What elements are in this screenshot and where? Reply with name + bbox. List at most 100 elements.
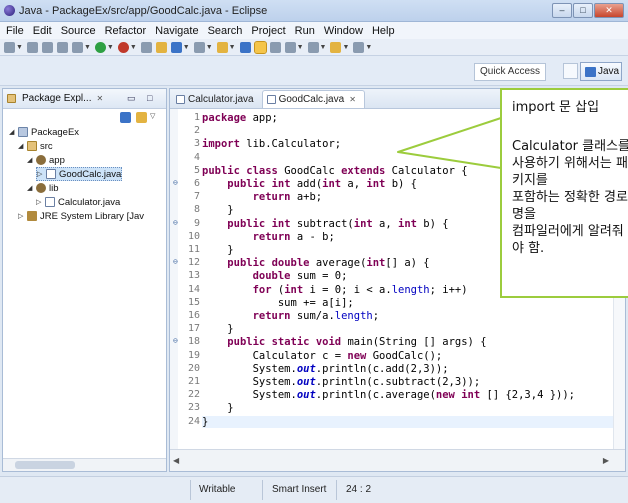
toggle-mark-occurrences-icon[interactable] [239,41,251,53]
show-whitespace-icon[interactable] [269,41,281,53]
menu-window[interactable]: Window [324,25,363,37]
code-line[interactable]: public static void main(String [] args) … [202,336,486,348]
collapse-all-icon[interactable] [120,112,131,123]
expand-icon[interactable]: ▷ [18,212,25,220]
code-line[interactable]: } [202,402,233,414]
maximize-button[interactable]: □ [573,3,593,18]
tree-item[interactable]: ◢ lib [27,181,59,195]
menu-project[interactable]: Project [251,25,285,37]
code-line[interactable]: for (int i = 0; i < a.length; i++) [202,284,468,296]
chevron-down-icon[interactable]: ▼ [107,44,114,51]
menu-help[interactable]: Help [372,25,395,37]
expand-icon[interactable]: ▷ [37,170,44,178]
code-line[interactable]: } [202,244,233,256]
code-line[interactable]: sum += a[i]; [202,297,354,309]
code-line[interactable]: public int subtract(int a, int b) { [202,218,448,230]
view-menu-icon[interactable]: ▽ [150,112,155,120]
chevron-down-icon[interactable]: ▼ [16,44,23,51]
new-class-icon[interactable] [170,41,182,53]
scroll-thumb[interactable] [15,461,75,469]
menu-run[interactable]: Run [295,25,315,37]
chevron-down-icon[interactable]: ▼ [365,44,372,51]
tree-item[interactable]: ◢ app [27,153,65,167]
collapse-icon[interactable]: ◢ [18,142,25,150]
java-perspective-button[interactable]: Java [580,62,622,81]
minimize-view-icon[interactable]: ▭ [127,93,136,104]
run-icon[interactable] [94,41,106,53]
tree-item[interactable]: ▷ GoodCalc.java [36,167,123,181]
search-icon[interactable] [216,41,228,53]
next-annotation-icon[interactable] [307,41,319,53]
code-line[interactable]: return a - b; [202,231,335,243]
code-line[interactable]: import lib.Calculator; [202,138,341,150]
block-selection-icon[interactable] [284,41,296,53]
back-icon[interactable] [330,41,342,53]
chevron-down-icon[interactable]: ▼ [183,44,190,51]
tab-goodcalc-java[interactable]: GoodCalc.java ✕ [261,90,365,108]
chevron-down-icon[interactable]: ▼ [130,44,137,51]
chevron-down-icon[interactable]: ▼ [84,44,91,51]
toggle-word-wrap-icon[interactable] [253,40,267,54]
menu-edit[interactable]: Edit [33,25,52,37]
tree-item[interactable]: ▷ Calculator.java [36,195,120,209]
fold-icon[interactable]: ⊖ [173,257,178,266]
code-line[interactable]: System.out.println(c.add(2,3)); [202,363,449,375]
code-line[interactable]: Calculator c = new GoodCalc(); [202,350,443,362]
tab-calculator-java[interactable]: Calculator.java [172,90,262,108]
external-tools-icon[interactable] [117,41,129,53]
fold-icon[interactable]: ⊖ [173,178,178,187]
code-line[interactable]: public class GoodCalc extends Calculator… [202,165,468,177]
menu-navigate[interactable]: Navigate [155,25,198,37]
collapse-icon[interactable]: ◢ [27,184,34,192]
maximize-view-icon[interactable]: □ [147,93,152,103]
open-perspective-icon[interactable] [563,63,578,79]
new-java-project-icon[interactable] [140,41,152,53]
code-line[interactable]: package app; [202,112,278,124]
chevron-down-icon[interactable]: ▼ [297,44,304,51]
save-icon[interactable] [26,41,38,53]
open-type-icon[interactable] [193,41,205,53]
new-package-icon[interactable] [155,41,167,53]
code-line[interactable]: } [202,323,233,335]
print-icon[interactable] [56,41,68,53]
menu-source[interactable]: Source [61,25,96,37]
fold-icon[interactable]: ⊖ [173,336,178,345]
menu-search[interactable]: Search [208,25,243,37]
close-icon[interactable]: ✕ [96,94,103,103]
tree-item[interactable]: ▷ JRE System Library [Jav [18,209,144,223]
chevron-down-icon[interactable]: ▼ [342,44,349,51]
link-with-editor-icon[interactable] [136,112,147,123]
tree-item[interactable]: ◢ PackageEx [9,125,79,139]
tree-item[interactable]: ◢ src [18,139,53,153]
menu-refactor[interactable]: Refactor [105,25,147,37]
code-line[interactable]: double sum = 0; [202,270,348,282]
code-line[interactable]: System.out.println(c.average(new int [] … [202,389,575,401]
code-line[interactable]: } [202,416,208,428]
code-line[interactable]: public double average(int[] a) { [202,257,429,269]
save-all-icon[interactable] [41,41,53,53]
quick-access-input[interactable]: Quick Access [474,63,546,81]
code-line[interactable]: return a+b; [202,191,323,203]
code-line[interactable]: System.out.println(c.subtract(2,3)); [202,376,481,388]
scroll-left-icon[interactable]: ◀ [173,456,179,465]
fold-icon[interactable]: ⊖ [173,218,178,227]
close-icon[interactable]: ✕ [349,95,356,104]
chevron-down-icon[interactable]: ▼ [229,44,236,51]
new-icon[interactable] [4,41,15,53]
editor-horizontal-scrollbar[interactable]: ◀ ▶ [170,449,625,471]
package-explorer-tab[interactable]: Package Expl... ✕ ▭ □ [3,89,166,109]
debug-icon[interactable] [71,41,83,53]
menu-file[interactable]: File [6,25,24,37]
horizontal-scrollbar[interactable] [3,458,166,471]
code-line[interactable]: public int add(int a, int b) { [202,178,417,190]
minimize-button[interactable]: – [552,3,572,18]
chevron-down-icon[interactable]: ▼ [206,44,213,51]
expand-icon[interactable]: ▷ [36,198,43,206]
scroll-right-icon[interactable]: ▶ [603,456,609,465]
close-button[interactable]: ✕ [594,3,624,18]
code-line[interactable]: } [202,204,233,216]
collapse-icon[interactable]: ◢ [9,128,16,136]
forward-icon[interactable] [353,41,365,53]
collapse-icon[interactable]: ◢ [27,156,34,164]
chevron-down-icon[interactable]: ▼ [320,44,327,51]
